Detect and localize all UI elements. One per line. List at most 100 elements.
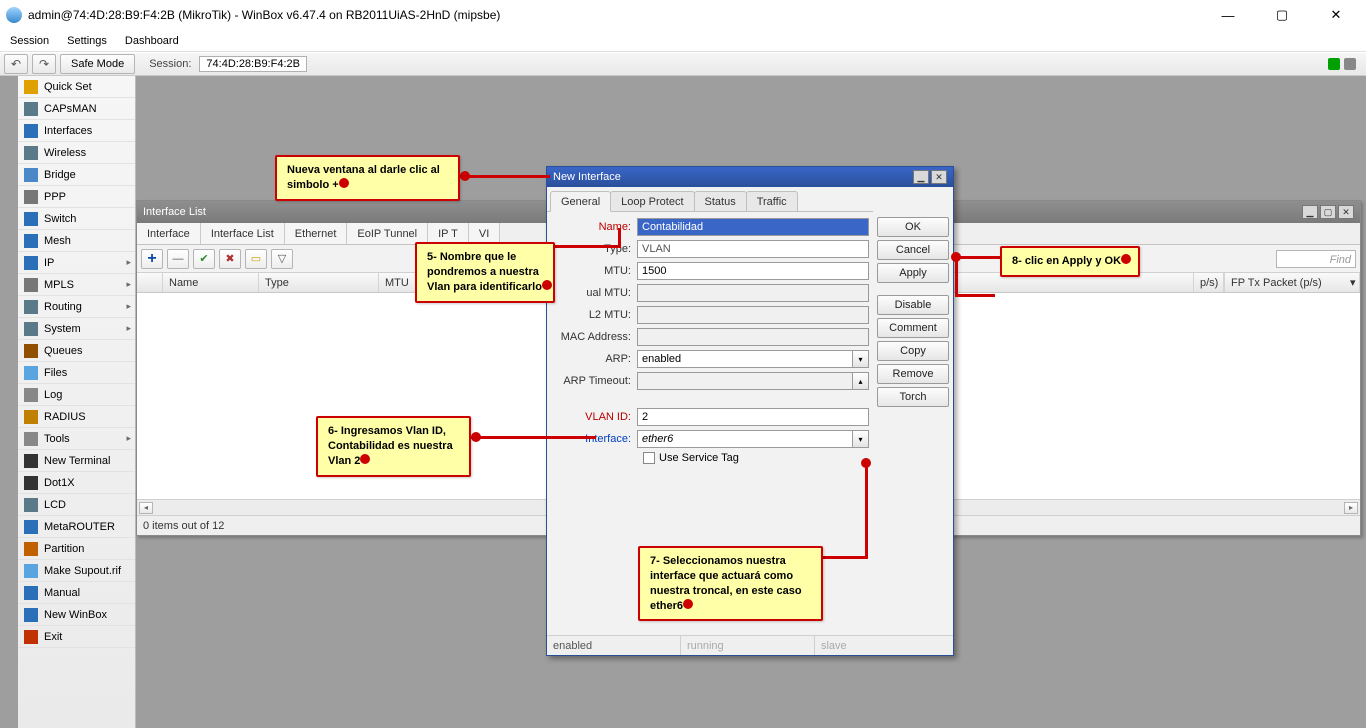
sidebar-item-lcd[interactable]: LCD — [18, 494, 135, 516]
sidebar-item-manual[interactable]: Manual — [18, 582, 135, 604]
arp-dropdown-icon[interactable]: ▾ — [853, 350, 869, 368]
il-maximize-button[interactable]: ▢ — [1320, 205, 1336, 219]
sidebar-item-make-supout-rif[interactable]: Make Supout.rif — [18, 560, 135, 582]
sidebar-item-radius[interactable]: RADIUS — [18, 406, 135, 428]
type-input[interactable]: VLAN — [637, 240, 869, 258]
add-button[interactable]: + — [141, 249, 163, 269]
sidebar-item-mesh[interactable]: Mesh — [18, 230, 135, 252]
sidebar-item-label: Interfaces — [44, 125, 92, 137]
redo-button[interactable]: ↷ — [32, 54, 56, 74]
use-service-tag-row[interactable]: Use Service Tag — [643, 452, 869, 464]
use-service-tag-checkbox[interactable] — [643, 452, 655, 464]
vlanid-input[interactable]: 2 — [637, 408, 869, 426]
actual-mtu-input — [637, 284, 869, 302]
sidebar-icon — [24, 432, 38, 446]
il-tab-interface-list[interactable]: Interface List — [201, 223, 285, 244]
disable-button[interactable]: Disable — [877, 295, 949, 315]
copy-button[interactable]: Copy — [877, 341, 949, 361]
close-button[interactable]: ✕ — [1318, 3, 1354, 27]
comment-button[interactable]: ▭ — [245, 249, 267, 269]
ni-tab-loop-protect[interactable]: Loop Protect — [610, 191, 694, 211]
ni-tab-general[interactable]: General — [550, 191, 611, 212]
callout-vlanid: 6- Ingresamos Vlan ID, Contabilidad es n… — [316, 416, 471, 477]
sidebar-icon — [24, 542, 38, 556]
comment-button[interactable]: Comment — [877, 318, 949, 338]
arp-timeout-arrow-icon[interactable]: ▴ — [853, 372, 869, 390]
sidebar-item-queues[interactable]: Queues — [18, 340, 135, 362]
filter-button[interactable]: ▽ — [271, 249, 293, 269]
torch-button[interactable]: Torch — [877, 387, 949, 407]
col-dropdown[interactable]: ▾ — [1344, 273, 1360, 292]
il-tab-eoip-tunnel[interactable]: EoIP Tunnel — [347, 223, 428, 244]
minimize-button[interactable]: — — [1210, 3, 1246, 27]
sidebar-item-tools[interactable]: Tools▸ — [18, 428, 135, 450]
il-tab-vi[interactable]: VI — [469, 223, 500, 244]
sidebar-item-quick-set[interactable]: Quick Set — [18, 76, 135, 98]
sidebar-item-system[interactable]: System▸ — [18, 318, 135, 340]
l2mtu-input — [637, 306, 869, 324]
enable-button[interactable]: ✔ — [193, 249, 215, 269]
sidebar-item-capsman[interactable]: CAPsMAN — [18, 98, 135, 120]
mtu-input[interactable]: 1500 — [637, 262, 869, 280]
interface-dropdown-icon[interactable]: ▾ — [853, 430, 869, 448]
sidebar-item-wireless[interactable]: Wireless — [18, 142, 135, 164]
ni-minimize-button[interactable]: ▁ — [913, 170, 929, 184]
arp-select[interactable]: enabled — [637, 350, 853, 368]
sidebar-item-label: Dot1X — [44, 477, 75, 489]
sidebar-item-files[interactable]: Files — [18, 362, 135, 384]
menu-settings[interactable]: Settings — [67, 35, 107, 47]
apply-button[interactable]: Apply — [877, 263, 949, 283]
sidebar-item-switch[interactable]: Switch — [18, 208, 135, 230]
sidebar-item-partition[interactable]: Partition — [18, 538, 135, 560]
col-fptx[interactable]: FP Tx Packet (p/s) — [1224, 273, 1344, 292]
col-type[interactable]: Type — [259, 273, 379, 292]
scroll-right-icon[interactable]: ▸ — [1344, 502, 1358, 514]
il-tab-ethernet[interactable]: Ethernet — [285, 223, 348, 244]
ni-tab-traffic[interactable]: Traffic — [746, 191, 798, 211]
safe-mode-button[interactable]: Safe Mode — [60, 54, 135, 74]
interface-select[interactable]: ether6 — [637, 430, 853, 448]
name-input[interactable]: Contabilidad — [637, 218, 869, 236]
sidebar-item-new-terminal[interactable]: New Terminal — [18, 450, 135, 472]
sidebar-item-ip[interactable]: IP▸ — [18, 252, 135, 274]
cancel-button[interactable]: Cancel — [877, 240, 949, 260]
menu-session[interactable]: Session — [10, 35, 49, 47]
arp-timeout-input[interactable] — [637, 372, 853, 390]
ok-button[interactable]: OK — [877, 217, 949, 237]
col-name[interactable]: Name — [163, 273, 259, 292]
find-input[interactable]: Find — [1276, 250, 1356, 268]
il-tab-interface[interactable]: Interface — [137, 223, 201, 244]
sidebar-item-routing[interactable]: Routing▸ — [18, 296, 135, 318]
sidebar-item-log[interactable]: Log — [18, 384, 135, 406]
il-close-button[interactable]: ✕ — [1338, 205, 1354, 219]
il-minimize-button[interactable]: ▁ — [1302, 205, 1318, 219]
sidebar-item-label: Routing — [44, 301, 82, 313]
sidebar-item-dot1x[interactable]: Dot1X — [18, 472, 135, 494]
sidebar-item-ppp[interactable]: PPP — [18, 186, 135, 208]
sidebar-item-exit[interactable]: Exit — [18, 626, 135, 648]
scroll-left-icon[interactable]: ◂ — [139, 502, 153, 514]
ni-title[interactable]: New Interface ▁ ✕ — [547, 167, 953, 187]
sidebar-icon — [24, 234, 38, 248]
col-mtu[interactable]: MTU — [379, 273, 419, 292]
ni-close-button[interactable]: ✕ — [931, 170, 947, 184]
sidebar-item-bridge[interactable]: Bridge — [18, 164, 135, 186]
il-tab-ip-t[interactable]: IP T — [428, 223, 469, 244]
menu-dashboard[interactable]: Dashboard — [125, 35, 179, 47]
remove-button[interactable]: Remove — [877, 364, 949, 384]
maximize-button[interactable]: ▢ — [1264, 3, 1300, 27]
sidebar-item-mpls[interactable]: MPLS▸ — [18, 274, 135, 296]
remove-button[interactable]: — — [167, 249, 189, 269]
ni-tab-status[interactable]: Status — [694, 191, 747, 211]
sidebar-item-metarouter[interactable]: MetaROUTER — [18, 516, 135, 538]
sidebar-item-interfaces[interactable]: Interfaces — [18, 120, 135, 142]
sidebar-item-label: Make Supout.rif — [44, 565, 121, 577]
sidebar-item-new-winbox[interactable]: New WinBox — [18, 604, 135, 626]
undo-button[interactable]: ↶ — [4, 54, 28, 74]
sidebar-item-label: Queues — [44, 345, 83, 357]
sidebar-item-label: Mesh — [44, 235, 71, 247]
chevron-right-icon: ▸ — [126, 323, 131, 334]
mtu-label: MTU: — [551, 265, 637, 277]
disable-button[interactable]: ✖ — [219, 249, 241, 269]
col-extra[interactable]: p/s) — [1194, 273, 1224, 292]
